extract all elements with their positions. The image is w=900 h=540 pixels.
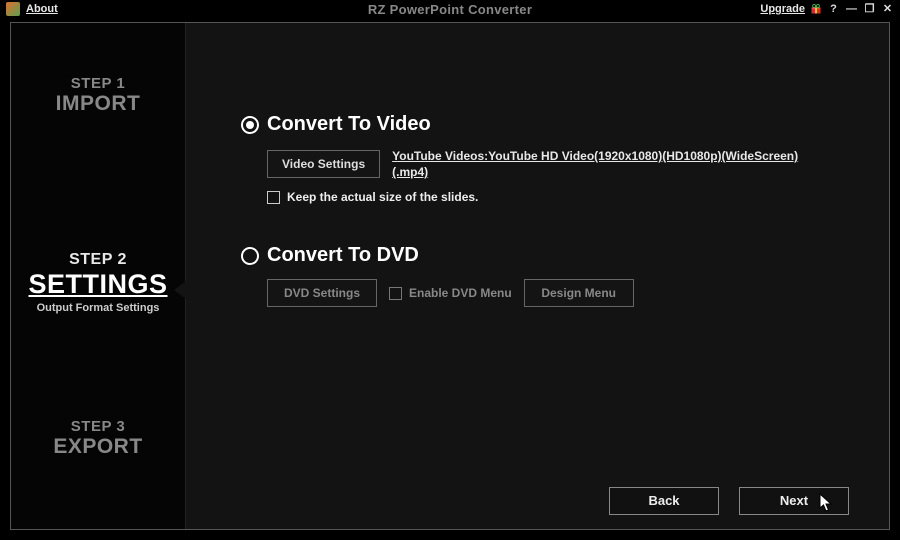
main-frame: STEP 1 IMPORT STEP 2 SETTINGS Output For… <box>10 22 890 530</box>
keep-actual-size-checkbox[interactable]: Keep the actual size of the slides. <box>267 190 859 204</box>
help-icon[interactable]: ? <box>827 3 840 16</box>
enable-dvd-menu-checkbox[interactable]: Enable DVD Menu <box>389 286 512 300</box>
video-preset-link[interactable]: YouTube Videos:YouTube HD Video(1920x108… <box>392 148 812 180</box>
back-button[interactable]: Back <box>609 487 719 515</box>
step-number: STEP 2 <box>11 251 185 269</box>
step-name: EXPORT <box>11 435 185 459</box>
dvd-settings-button[interactable]: DVD Settings <box>267 279 377 307</box>
sidebar-step-import[interactable]: STEP 1 IMPORT <box>11 75 185 116</box>
settings-panel: Convert To Video Video Settings YouTube … <box>186 23 889 529</box>
upgrade-link[interactable]: Upgrade <box>760 3 805 15</box>
radio-icon <box>241 116 259 134</box>
convert-to-video-radio[interactable]: Convert To Video <box>241 113 859 136</box>
radio-label: Convert To Video <box>267 113 431 136</box>
minimize-icon[interactable]: — <box>845 3 858 16</box>
checkbox-icon <box>267 191 280 204</box>
wizard-footer: Back Next <box>609 487 849 515</box>
sidebar-step-export[interactable]: STEP 3 EXPORT <box>11 418 185 459</box>
next-button[interactable]: Next <box>739 487 849 515</box>
design-menu-button[interactable]: Design Menu <box>524 279 634 307</box>
checkbox-label: Keep the actual size of the slides. <box>287 190 478 204</box>
step-name: SETTINGS <box>11 269 185 300</box>
convert-to-dvd-block: Convert To DVD DVD Settings Enable DVD M… <box>241 244 859 307</box>
step-subtitle: Output Format Settings <box>11 302 185 314</box>
app-title: RZ PowerPoint Converter <box>368 2 532 17</box>
active-step-indicator-icon <box>174 281 186 299</box>
maximize-icon[interactable]: ❐ <box>863 3 876 16</box>
close-icon[interactable]: ✕ <box>881 3 894 16</box>
convert-to-dvd-radio[interactable]: Convert To DVD <box>241 244 859 267</box>
about-link[interactable]: About <box>26 3 58 15</box>
app-icon <box>6 2 20 16</box>
radio-icon <box>241 247 259 265</box>
sidebar-step-settings[interactable]: STEP 2 SETTINGS Output Format Settings <box>11 251 185 314</box>
checkbox-icon <box>389 287 402 300</box>
checkbox-label: Enable DVD Menu <box>409 286 512 300</box>
titlebar: About RZ PowerPoint Converter Upgrade ? … <box>0 0 900 18</box>
step-number: STEP 3 <box>11 418 185 435</box>
radio-label: Convert To DVD <box>267 244 419 267</box>
wizard-sidebar: STEP 1 IMPORT STEP 2 SETTINGS Output For… <box>11 23 186 529</box>
step-number: STEP 1 <box>11 75 185 92</box>
gift-icon[interactable] <box>810 3 822 15</box>
convert-to-video-block: Convert To Video Video Settings YouTube … <box>241 113 859 204</box>
video-settings-button[interactable]: Video Settings <box>267 150 380 178</box>
step-name: IMPORT <box>11 92 185 116</box>
